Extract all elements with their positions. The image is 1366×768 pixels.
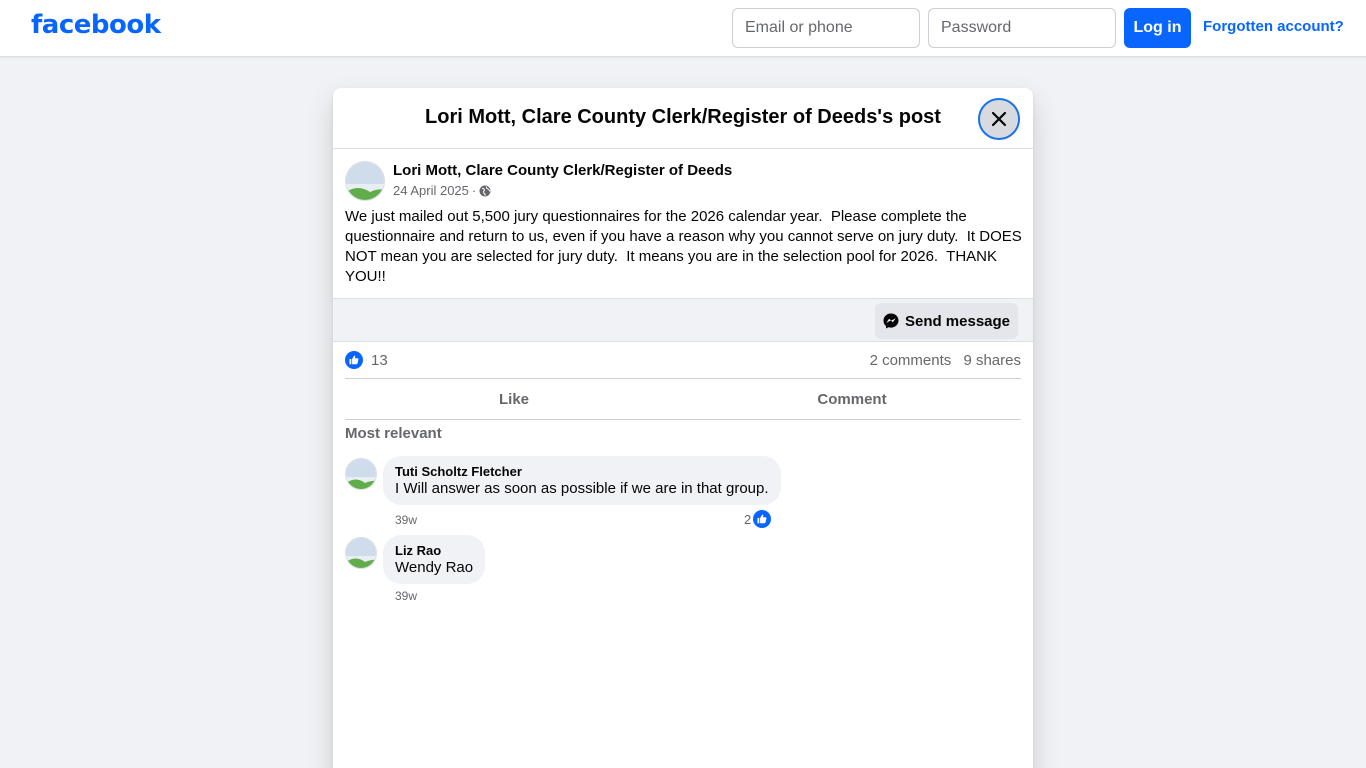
send-message-button[interactable]: Send message [875,303,1018,339]
post-author-name[interactable]: Lori Mott, Clare County Clerk/Register o… [393,162,732,179]
message-bar: Send message [333,298,1033,342]
reaction-stats: 13 2 comments 9 shares [345,349,1021,373]
post-date[interactable]: 24 April 2025 [393,183,469,198]
comment-text: I Will answer as soon as possible if we … [395,480,769,497]
commenter-avatar[interactable] [345,537,377,569]
meta-separator: · [471,183,477,198]
like-count[interactable]: 13 [371,352,388,369]
dialog-header: Lori Mott, Clare County Clerk/Register o… [333,88,1033,149]
dialog-title: Lori Mott, Clare County Clerk/Register o… [425,106,941,128]
send-message-label: Send message [904,312,1011,330]
post-dialog: Lori Mott, Clare County Clerk/Register o… [333,88,1033,768]
author-avatar[interactable] [345,161,385,201]
commenter-name[interactable]: Liz Rao [395,543,473,558]
facebook-logo[interactable]: facebook [31,10,161,40]
post-text: We just mailed out 5,500 jury questionna… [345,208,1026,285]
commenter-name[interactable]: Tuti Scholtz Fletcher [395,464,769,479]
post-actions: Like Comment [345,378,1021,420]
close-icon [991,111,1007,127]
top-navbar: facebook Log in Forgotten account? [0,0,1366,57]
shares-count[interactable]: 9 shares [963,352,1021,369]
email-input[interactable] [732,8,920,48]
comment-reactions[interactable]: 2 [744,510,772,528]
comment-text: Wendy Rao [395,559,474,576]
password-input[interactable] [928,8,1116,48]
close-button[interactable] [978,98,1020,140]
comment-button[interactable]: Comment [683,379,1021,419]
forgot-account-link[interactable]: Forgotten account? [1203,18,1344,35]
comment-sort-dropdown[interactable]: Most relevant [345,425,442,442]
login-button[interactable]: Log in [1124,8,1191,48]
post-meta: 24 April 2025 · [393,183,491,198]
comments-count[interactable]: 2 comments [870,352,952,369]
comments-shares: 2 comments 9 shares [870,352,1021,369]
globe-icon [479,185,491,196]
like-reaction-icon [753,510,772,528]
comment-reaction-count: 2 [744,511,752,527]
comment-bubble: Liz Rao Wendy Rao [383,535,486,584]
messenger-icon [883,313,899,329]
commenter-avatar[interactable] [345,458,377,490]
comment-bubble: Tuti Scholtz Fletcher I Will answer as s… [383,456,781,505]
comment-time[interactable]: 39w [395,513,417,527]
like-button[interactable]: Like [345,379,683,419]
like-reaction-icon[interactable] [345,351,363,369]
comment-time[interactable]: 39w [395,589,417,603]
